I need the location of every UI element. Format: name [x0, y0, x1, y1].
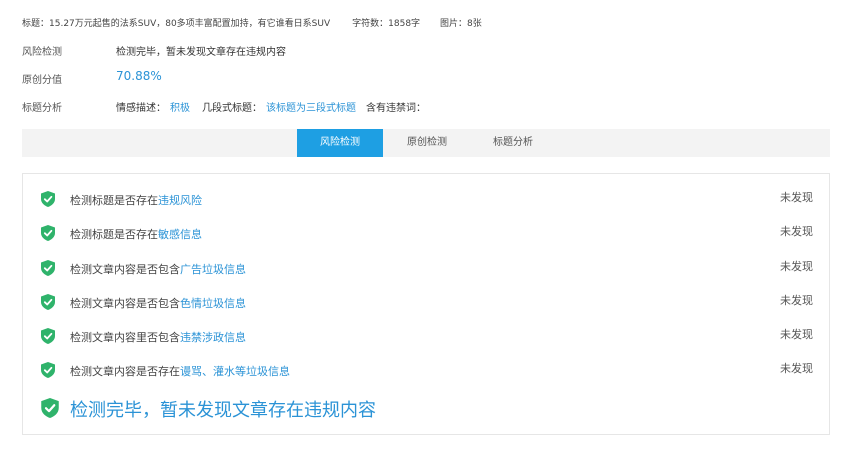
- check-description: 检测文章内容里否包含违禁涉政信息: [70, 331, 246, 344]
- emotion-value: 积极: [170, 103, 190, 114]
- segments-value: 该标题为三段式标题: [266, 103, 356, 114]
- check-highlight: 广告垃圾信息: [180, 263, 246, 276]
- tab-bar: 风险检测 原创检测 标题分析: [22, 129, 830, 157]
- check-highlight: 色情垃圾信息: [180, 297, 246, 310]
- check-row: 检测标题是否存在违规风险 未发现: [23, 189, 829, 209]
- check-row: 检测文章内容是否存在谩骂、灌水等垃圾信息 未发现: [23, 360, 829, 380]
- check-row: 检测文章内容是否包含色情垃圾信息 未发现: [23, 292, 829, 312]
- shield-check-icon: [41, 328, 55, 344]
- check-highlight: 违禁涉政信息: [180, 331, 246, 344]
- tab-title-analysis[interactable]: 标题分析: [470, 129, 556, 157]
- shield-check-icon: [41, 191, 55, 207]
- segments-label: 几段式标题：: [202, 103, 262, 114]
- check-highlight: 谩骂、灌水等垃圾信息: [180, 365, 290, 378]
- originality-label: 原创分值: [22, 75, 62, 86]
- risk-label: 风险检测: [22, 47, 62, 58]
- shield-check-icon: [41, 260, 55, 276]
- tab-risk-check[interactable]: 风险检测: [297, 129, 383, 157]
- shield-check-icon: [41, 398, 59, 418]
- title-analysis-label: 标题分析: [22, 103, 62, 114]
- tab-originality-check[interactable]: 原创检测: [384, 129, 470, 157]
- check-status: 未发现: [780, 362, 813, 375]
- shield-check-icon: [41, 294, 55, 310]
- article-title: 标题：15.27万元起售的法系SUV，80多项丰富配置加持，有它谁看日系SUV: [22, 19, 331, 29]
- check-highlight: 违规风险: [158, 194, 202, 207]
- check-description: 检测文章内容是否包含色情垃圾信息: [70, 297, 246, 310]
- check-description: 检测标题是否存在敏感信息: [70, 228, 202, 241]
- check-status: 未发现: [780, 260, 813, 273]
- originality-score: 70.88%: [116, 69, 162, 83]
- article-check-page: 标题：15.27万元起售的法系SUV，80多项丰富配置加持，有它谁看日系SUV 字…: [0, 0, 852, 464]
- check-status: 未发现: [780, 294, 813, 307]
- risk-value: 检测完毕，暂未发现文章存在违规内容: [116, 47, 286, 58]
- check-description: 检测标题是否存在违规风险: [70, 194, 202, 207]
- check-row: 检测文章内容是否包含广告垃圾信息 未发现: [23, 258, 829, 278]
- check-description: 检测文章内容是否包含广告垃圾信息: [70, 263, 246, 276]
- article-meta: 标题：15.27万元起售的法系SUV，80多项丰富配置加持，有它谁看日系SUV 字…: [22, 16, 482, 29]
- risk-results-panel: 检测标题是否存在违规风险 未发现 检测标题是否存在敏感信息 未发现 检测文章内容…: [22, 173, 830, 435]
- check-highlight: 敏感信息: [158, 228, 202, 241]
- emotion-label: 情感描述：: [116, 103, 166, 114]
- final-result-message: 检测完毕，暂未发现文章存在违规内容: [70, 400, 376, 421]
- check-description: 检测文章内容是否存在谩骂、灌水等垃圾信息: [70, 365, 290, 378]
- title-analysis-details: 情感描述： 积极 几段式标题： 该标题为三段式标题 含有违禁词：: [116, 99, 430, 114]
- check-row: 检测文章内容里否包含违禁涉政信息 未发现: [23, 326, 829, 346]
- shield-check-icon: [41, 225, 55, 241]
- check-row: 检测标题是否存在敏感信息 未发现: [23, 223, 829, 243]
- check-status: 未发现: [780, 225, 813, 238]
- check-status: 未发现: [780, 191, 813, 204]
- banned-words-label: 含有违禁词：: [366, 103, 426, 114]
- char-count: 字符数：1858字: [352, 19, 421, 29]
- check-status: 未发现: [780, 328, 813, 341]
- shield-check-icon: [41, 362, 55, 378]
- image-count: 图片：8张: [440, 19, 482, 29]
